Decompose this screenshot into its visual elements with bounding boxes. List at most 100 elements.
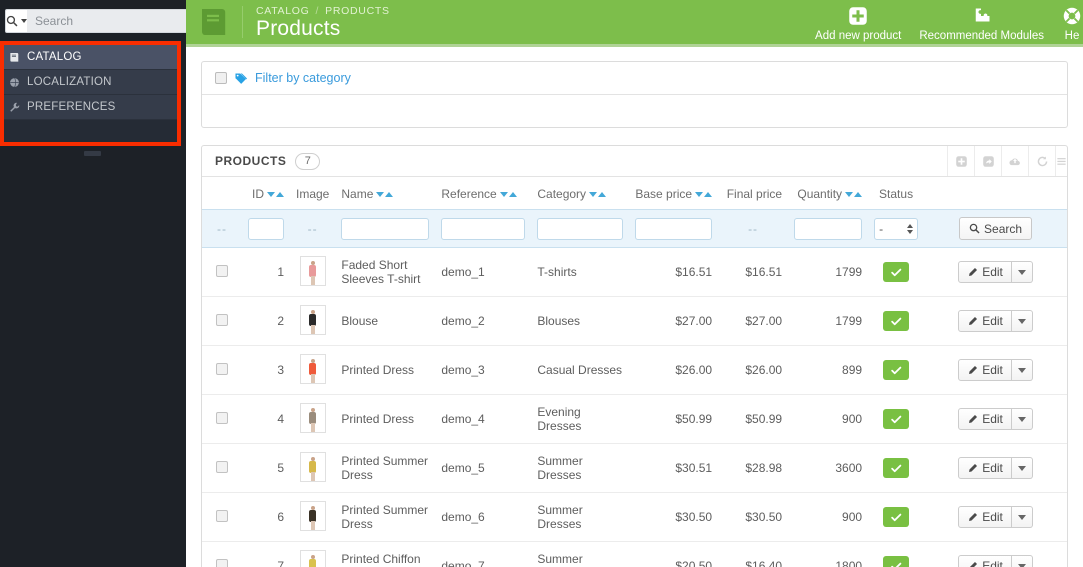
sort-desc-icon[interactable]	[845, 192, 854, 197]
sort-arrows[interactable]	[845, 192, 863, 197]
sidebar-item-preferences[interactable]: PREFERENCES	[0, 95, 177, 120]
th-reference[interactable]: Reference	[435, 177, 531, 210]
th-category[interactable]: Category	[531, 177, 629, 210]
row-checkbox[interactable]	[216, 558, 228, 567]
sort-desc-icon[interactable]	[589, 192, 598, 197]
sort-desc-icon[interactable]	[376, 192, 385, 197]
sort-arrows[interactable]	[267, 192, 284, 197]
sort-arrows[interactable]	[376, 192, 394, 197]
sort-desc-icon[interactable]	[695, 192, 704, 197]
sidebar-item-localization[interactable]: LOCALIZATION	[0, 70, 177, 95]
filter-status-select[interactable]: -	[874, 217, 919, 240]
search-scope-button[interactable]	[5, 9, 27, 33]
product-thumbnail[interactable]	[299, 452, 326, 482]
filter-dots: --	[217, 221, 227, 236]
help-button[interactable]: He	[1053, 6, 1083, 42]
table-row[interactable]: 3 Printed Dress demo_3 Casual Dresses $26.00…	[202, 345, 1067, 395]
status-badge[interactable]	[883, 360, 910, 380]
add-new-product-button[interactable]: Add new product	[806, 6, 910, 42]
sort-desc-icon[interactable]	[499, 192, 508, 197]
status-badge[interactable]	[883, 507, 910, 527]
sort-asc-icon[interactable]	[276, 192, 284, 197]
filter-id-input[interactable]	[248, 217, 284, 240]
filter-by-category-link[interactable]: Filter by category	[255, 71, 351, 85]
table-row[interactable]: 1 Faded Short Sleeves T-shirt demo_1 T-shir…	[202, 247, 1067, 297]
row-checkbox[interactable]	[216, 460, 228, 473]
sort-desc-icon[interactable]	[267, 192, 275, 197]
table-row[interactable]: 6 Printed Summer Dress demo_6 Summer Dresse…	[202, 492, 1067, 542]
row-actions-dropdown[interactable]	[1011, 506, 1033, 528]
row-actions-dropdown[interactable]	[1011, 555, 1033, 567]
breadcrumb-parent[interactable]: CATALOG	[256, 5, 310, 17]
edit-button[interactable]: Edit	[958, 359, 1012, 381]
product-thumbnail[interactable]	[299, 305, 326, 335]
filter-category-input[interactable]	[537, 217, 624, 240]
row-actions-dropdown[interactable]	[1011, 457, 1033, 479]
sort-asc-icon[interactable]	[508, 192, 517, 197]
sidebar-nav-spacer	[0, 120, 177, 142]
table-row[interactable]: 5 Printed Summer Dress demo_5 Summer Dresse…	[202, 443, 1067, 493]
recommended-modules-button[interactable]: Recommended Modules	[910, 6, 1053, 42]
row-checkbox[interactable]	[216, 264, 228, 277]
sort-arrows[interactable]	[499, 192, 517, 197]
export-icon[interactable]	[974, 146, 1001, 176]
add-icon[interactable]	[947, 146, 974, 176]
sort-asc-icon[interactable]	[704, 192, 713, 197]
row-quantity: 1799	[788, 247, 869, 297]
sort-arrows[interactable]	[695, 192, 713, 197]
th-name[interactable]: Name	[335, 177, 435, 210]
refresh-icon[interactable]	[1028, 146, 1055, 176]
sidebar-item-catalog[interactable]: CATALOG	[0, 45, 177, 70]
caret-down-icon	[1017, 367, 1026, 373]
filter-reference-input[interactable]	[441, 217, 526, 240]
th-id[interactable]: ID	[242, 177, 290, 210]
product-thumbnail[interactable]	[299, 550, 326, 567]
row-checkbox[interactable]	[216, 313, 228, 326]
search-input[interactable]	[27, 9, 199, 33]
th-base-price[interactable]: Base price	[629, 177, 718, 210]
edit-button[interactable]: Edit	[958, 310, 1012, 332]
table-row[interactable]: 4 Printed Dress demo_4 Evening Dresses $50.9…	[202, 394, 1067, 444]
filter-base-price-input[interactable]	[635, 217, 713, 240]
edit-button[interactable]: Edit	[958, 506, 1012, 528]
row-checkbox[interactable]	[216, 509, 228, 522]
row-actions-dropdown[interactable]	[1011, 261, 1033, 283]
product-thumbnail[interactable]	[299, 354, 326, 384]
edit-button[interactable]: Edit	[958, 408, 1012, 430]
import-cloud-icon[interactable]	[1001, 146, 1028, 176]
product-thumbnail[interactable]	[299, 403, 326, 433]
list-options-icon[interactable]	[1055, 146, 1067, 176]
status-badge[interactable]	[883, 556, 910, 567]
status-badge[interactable]	[883, 311, 910, 331]
th-label: Status	[879, 187, 914, 201]
breadcrumb-separator: /	[315, 5, 320, 17]
edit-button[interactable]: Edit	[958, 555, 1012, 567]
row-checkbox[interactable]	[216, 411, 228, 424]
sidebar-collapse-handle[interactable]	[84, 151, 101, 156]
sort-asc-icon[interactable]	[598, 192, 607, 197]
row-checkbox[interactable]	[216, 362, 228, 375]
row-actions-dropdown[interactable]	[1011, 310, 1033, 332]
row-name: Printed Dress	[335, 345, 436, 395]
edit-button[interactable]: Edit	[958, 261, 1012, 283]
filter-category-checkbox[interactable]	[215, 72, 227, 84]
row-actions-cell: Edit	[924, 443, 1067, 493]
product-thumbnail[interactable]	[299, 256, 326, 286]
row-actions-dropdown[interactable]	[1011, 408, 1033, 430]
row-actions-dropdown[interactable]	[1011, 359, 1033, 381]
status-badge[interactable]	[883, 262, 910, 282]
filter-search-button[interactable]: Search	[959, 217, 1033, 240]
sort-asc-icon[interactable]	[385, 192, 394, 197]
edit-button[interactable]: Edit	[958, 457, 1012, 479]
filter-name-input[interactable]	[341, 217, 430, 240]
status-badge[interactable]	[883, 458, 910, 478]
sort-arrows[interactable]	[589, 192, 607, 197]
status-badge[interactable]	[883, 409, 910, 429]
product-thumbnail[interactable]	[299, 501, 326, 531]
table-row[interactable]: 2 Blouse demo_2 Blouses $27.00 $27.00 1799 Edit	[202, 296, 1067, 346]
filter-quantity-input[interactable]	[794, 217, 863, 240]
sort-asc-icon[interactable]	[854, 192, 863, 197]
th-quantity[interactable]: Quantity	[788, 177, 868, 210]
row-status-cell	[868, 394, 925, 444]
table-row[interactable]: 7 Printed Chiffon Dressdemo_7Summer Dress…	[202, 541, 1067, 567]
